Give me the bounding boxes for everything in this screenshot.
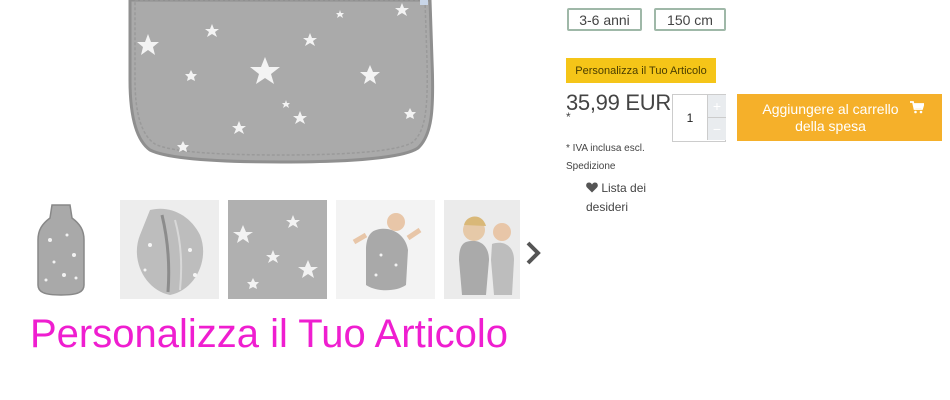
thumbnail-3[interactable] [228, 200, 327, 299]
main-product-image[interactable] [0, 0, 545, 195]
personalize-button[interactable]: Personalizza il Tuo Articolo [566, 58, 716, 83]
price: 35,99 EUR [566, 90, 671, 115]
quantity-decrement-button[interactable]: − [707, 118, 726, 140]
add-to-cart-label: Aggiungere al carrello della spesa [762, 100, 899, 134]
price-footnote-mark: * [566, 110, 571, 124]
shipping-link[interactable]: Spedizione [566, 158, 645, 176]
heart-icon [586, 181, 601, 195]
wishlist-link[interactable]: Lista dei desideri [586, 179, 666, 217]
size-option-age[interactable]: 3-6 anni [567, 8, 642, 31]
thumbnail-next-button[interactable] [520, 235, 546, 275]
size-option-height[interactable]: 150 cm [654, 8, 726, 31]
headline: Personalizza il Tuo Articolo [30, 312, 509, 356]
cart-icon [909, 101, 925, 118]
chevron-right-icon [525, 240, 541, 271]
thumbnail-1[interactable] [12, 200, 111, 299]
quantity-increment-button[interactable]: + [707, 95, 726, 118]
vat-shipping-note: * IVA inclusa escl. Spedizione [566, 140, 645, 176]
add-to-cart-button[interactable]: Aggiungere al carrello della spesa [737, 94, 942, 141]
thumbnail-4[interactable] [336, 200, 435, 299]
thumbnail-2[interactable] [120, 200, 219, 299]
vat-note: * IVA inclusa escl. [566, 143, 645, 154]
thumbnail-5[interactable] [444, 200, 520, 299]
quantity-input[interactable]: 1 [674, 96, 706, 140]
